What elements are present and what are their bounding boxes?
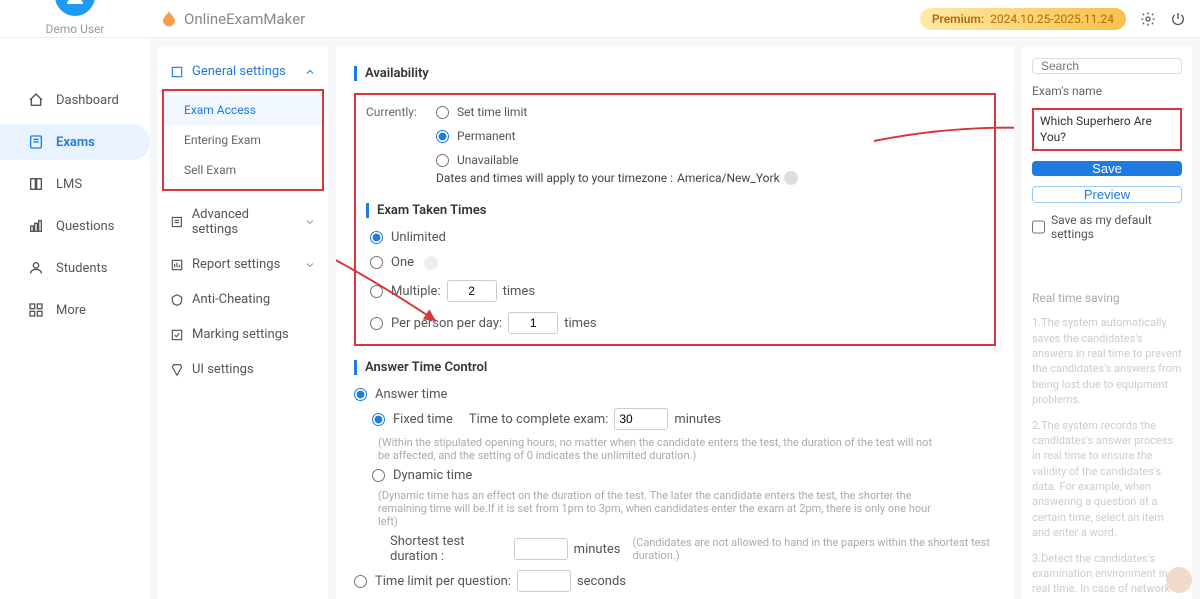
realtime-1: 1.The system automatically saves the can… (1032, 315, 1182, 407)
power-icon[interactable] (1170, 11, 1186, 27)
nav-lms[interactable]: LMS (0, 166, 150, 202)
fixed-minutes-input[interactable] (614, 408, 668, 430)
shortest-row: Shortest test duration : minutes (Candid… (390, 534, 996, 564)
shortest-input[interactable] (514, 538, 568, 560)
save-button[interactable]: Save (1032, 161, 1182, 176)
timezone-note: Dates and times will apply to your timez… (436, 171, 984, 185)
left-nav: Dashboard Exams LMS Questions Students M… (0, 38, 150, 599)
radio-permanent[interactable]: Permanent (436, 129, 527, 143)
chevron-down-icon (304, 259, 316, 271)
limit-per-q-input[interactable] (517, 570, 571, 592)
section-anticheating[interactable]: Anti-Cheating (158, 282, 328, 317)
nav-more[interactable]: More (0, 292, 150, 328)
brand-name: OnlineExamMaker (184, 10, 305, 28)
subitem-exam-access[interactable]: Exam Access (164, 95, 322, 125)
radio-unlimited[interactable]: Unlimited (370, 230, 984, 245)
per-person-input[interactable] (508, 312, 558, 334)
realtime-heading: Real time saving (1032, 291, 1182, 305)
exam-times-heading: Exam Taken Times (366, 203, 984, 218)
exam-name-value: Which Superhero Are You? (1032, 108, 1182, 151)
subitem-sell-exam[interactable]: Sell Exam (164, 155, 322, 185)
nav-questions[interactable]: Questions (0, 208, 150, 244)
chevron-down-icon (304, 216, 316, 228)
content-panel: Availability Currently: Set time limit P… (336, 46, 1014, 599)
section-report[interactable]: Report settings (158, 247, 328, 282)
settings-sidebar: General settings Exam Access Entering Ex… (158, 46, 328, 599)
general-sublist: Exam Access Entering Exam Sell Exam (162, 89, 324, 191)
answer-time-heading: Answer Time Control (354, 360, 996, 375)
right-panel: Exam's name Which Superhero Are You? Sav… (1022, 46, 1192, 599)
realtime-2: 2.The system records the candidates's an… (1032, 418, 1182, 541)
realtime-3: 3.Detect the candidates's examination en… (1032, 551, 1182, 599)
avatar[interactable] (55, 0, 95, 16)
section-ui[interactable]: UI settings (158, 352, 328, 387)
radio-unavailable[interactable]: Unavailable (436, 153, 527, 167)
section-marking[interactable]: Marking settings (158, 317, 328, 352)
save-default-checkbox[interactable]: Save as my default settings (1032, 213, 1182, 241)
section-general[interactable]: General settings (158, 54, 328, 89)
premium-badge: Premium: 2024.10.25-2025.11.24 (920, 8, 1126, 30)
preview-button[interactable]: Preview (1032, 186, 1182, 203)
chat-avatar-icon[interactable] (1166, 567, 1192, 593)
brand-logo-icon (160, 10, 178, 28)
help-icon[interactable] (784, 171, 798, 185)
section-advanced[interactable]: Advanced settings (158, 197, 328, 247)
currently-label: Currently: (366, 105, 436, 119)
radio-per-person[interactable]: Per person per day:times (370, 312, 984, 334)
radio-answer-time[interactable]: Answer time (354, 387, 996, 402)
radio-dynamic-time[interactable]: Dynamic time (Dynamic time has an effect… (372, 468, 996, 528)
search-input[interactable] (1032, 58, 1182, 74)
exam-name-label: Exam's name (1032, 84, 1182, 98)
multiple-input[interactable] (447, 280, 497, 302)
nav-students[interactable]: Students (0, 250, 150, 286)
availability-box: Currently: Set time limit Permanent Unav… (354, 93, 996, 346)
nav-exams[interactable]: Exams (0, 124, 150, 160)
gear-icon[interactable] (1140, 11, 1156, 27)
availability-heading: Availability (354, 66, 996, 81)
username: Demo User (0, 22, 150, 36)
radio-multiple[interactable]: Multiple:times (370, 280, 984, 302)
help-icon[interactable] (424, 256, 438, 270)
radio-one[interactable]: One (370, 255, 984, 270)
radio-limit-per-question[interactable]: Time limit per question: seconds (Must a… (354, 570, 996, 599)
subitem-entering-exam[interactable]: Entering Exam (164, 125, 322, 155)
chevron-up-icon (304, 66, 316, 78)
radio-fixed-time[interactable]: Fixed time Time to complete exam: minute… (372, 408, 996, 462)
radio-set-time-limit[interactable]: Set time limit (436, 105, 527, 119)
nav-dashboard[interactable]: Dashboard (0, 82, 150, 118)
